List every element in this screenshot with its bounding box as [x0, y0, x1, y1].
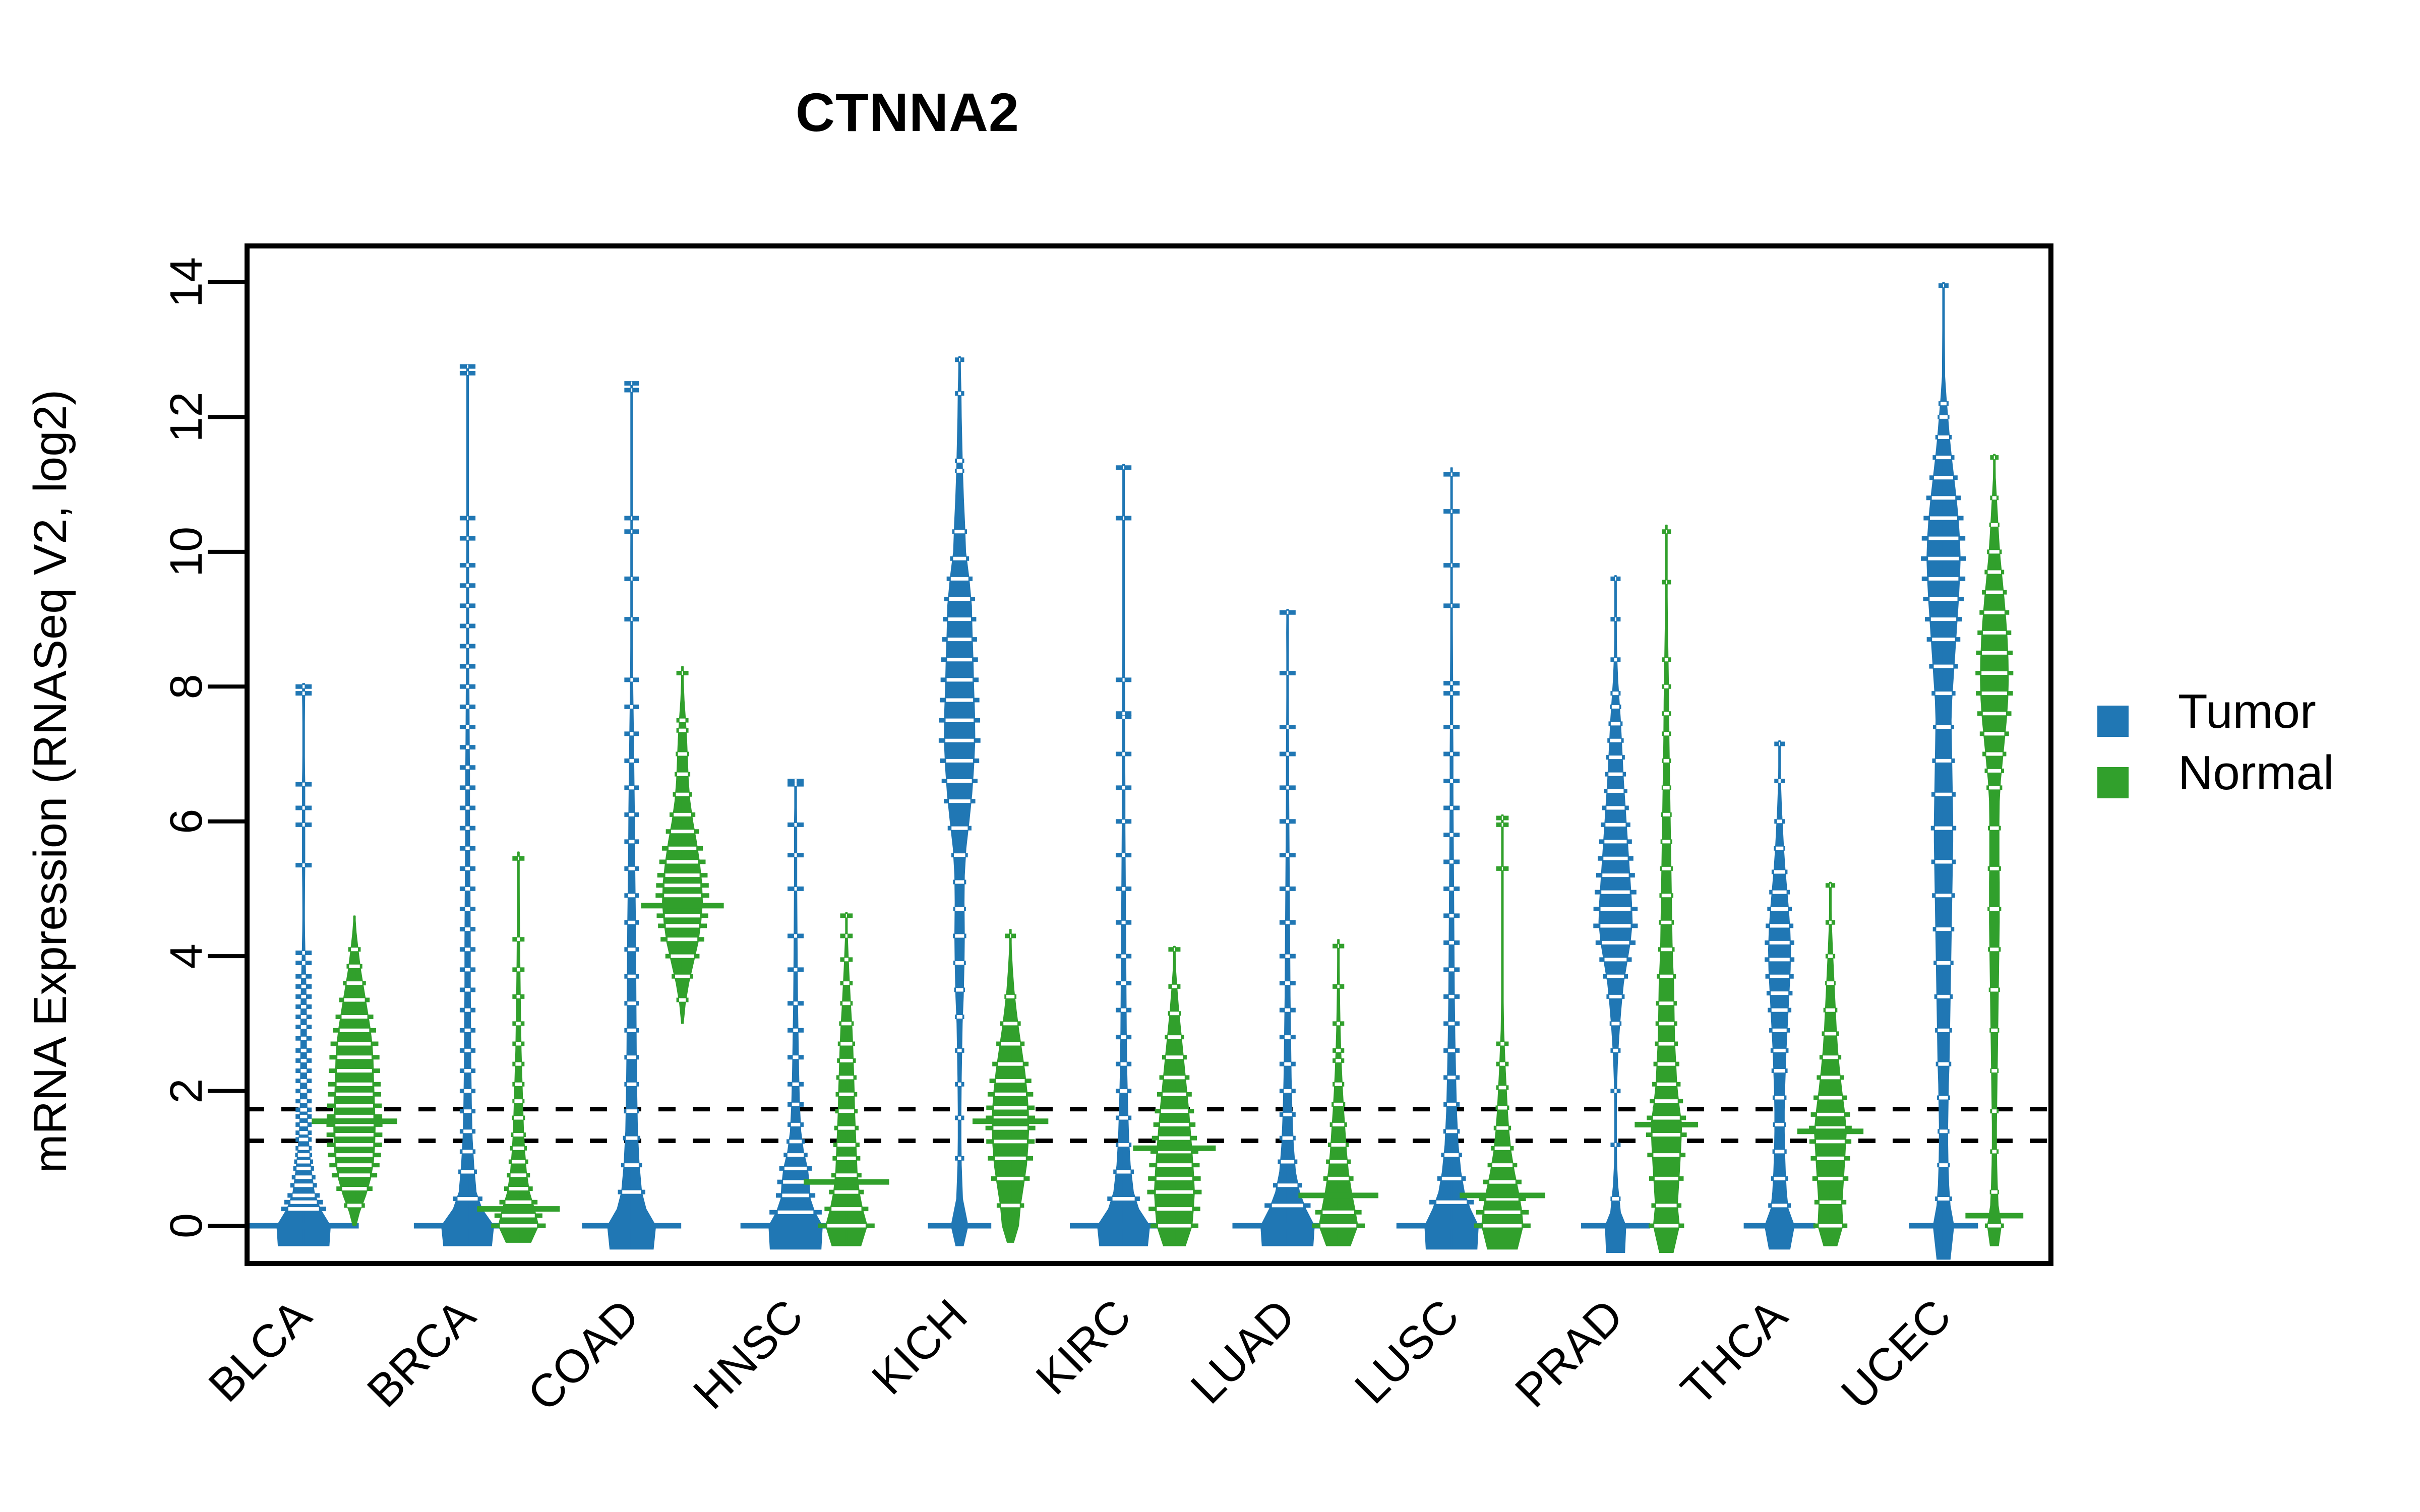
legend-swatch-normal — [2097, 767, 2129, 798]
x-tick-label-HNSC: HNSC — [684, 1290, 813, 1419]
x-axis-group: BLCA BRCA COAD HNSC KICH KIRC LUAD LUSC PRAD THCA… — [199, 1290, 1961, 1421]
y-tick-label: 2 — [161, 1079, 212, 1104]
legend-group: Tumor Normal — [2097, 684, 2334, 800]
violin-normal-UCEC — [1965, 454, 2024, 1246]
violin-tumor-UCEC — [1909, 282, 1978, 1260]
violin-normal-KIRC — [1133, 946, 1216, 1246]
y-tick-label: 14 — [161, 257, 212, 307]
violin-normal-BLCA — [312, 915, 397, 1226]
x-tick-label-KIRC: KIRC — [1026, 1290, 1141, 1405]
y-tick-label: 0 — [161, 1213, 212, 1238]
y-tick-label: 8 — [161, 674, 212, 699]
violin-tumor-THCA — [1743, 740, 1816, 1250]
x-tick-label-BRCA: BRCA — [357, 1290, 485, 1417]
legend-swatch-tumor — [2097, 706, 2129, 737]
x-tick-label-LUSC: LUSC — [1345, 1290, 1469, 1414]
violin-normal-COAD — [641, 666, 724, 1024]
legend-label-tumor: Tumor — [2178, 684, 2316, 738]
violin-normal-HNSC — [804, 912, 889, 1246]
x-tick-label-KICH: KICH — [862, 1290, 977, 1405]
violin-tumor-LUAD — [1232, 609, 1343, 1246]
violin-tumor-PRAD — [1581, 575, 1650, 1253]
violin-tumor-KICH — [928, 356, 992, 1246]
x-tick-label-THCA: THCA — [1671, 1290, 1797, 1416]
y-tick-label: 10 — [161, 527, 212, 577]
x-tick-label-LUAD: LUAD — [1181, 1290, 1305, 1414]
violin-groups — [248, 282, 2024, 1260]
chart-root: CTNNA2 mRNA Expression (RNASeq V2, log2)… — [0, 0, 2420, 1512]
violin-normal-THCA — [1797, 881, 1864, 1246]
violin-tumor-COAD — [582, 381, 682, 1250]
violin-tumor-HNSC — [740, 778, 851, 1250]
x-tick-label-BLCA: BLCA — [199, 1290, 322, 1412]
violin-normal-LUSC — [1460, 814, 1545, 1250]
violin-normal-BRCA — [477, 851, 560, 1243]
violin-tumor-LUSC — [1396, 467, 1507, 1250]
chart-canvas: 0 2 4 6 8 10 12 14 BLCA BRCA COAD HNSC KICH KIRC LUAD… — [161, 243, 2334, 1421]
violin-normal-KICH — [972, 929, 1049, 1243]
violin-normal-PRAD — [1635, 524, 1699, 1253]
violin-normal-LUAD — [1298, 939, 1378, 1246]
x-tick-label-COAD: COAD — [518, 1290, 649, 1421]
y-tick-label: 12 — [161, 392, 212, 442]
y-tick-label: 6 — [161, 809, 212, 834]
x-tick-label-UCEC: UCEC — [1832, 1290, 1961, 1419]
violin-tumor-BRCA — [413, 364, 522, 1246]
y-tick-label: 4 — [161, 943, 212, 969]
legend-label-normal: Normal — [2178, 746, 2334, 800]
y-axis-group: 0 2 4 6 8 10 12 14 — [161, 257, 247, 1238]
x-tick-label-PRAD: PRAD — [1505, 1290, 1633, 1417]
